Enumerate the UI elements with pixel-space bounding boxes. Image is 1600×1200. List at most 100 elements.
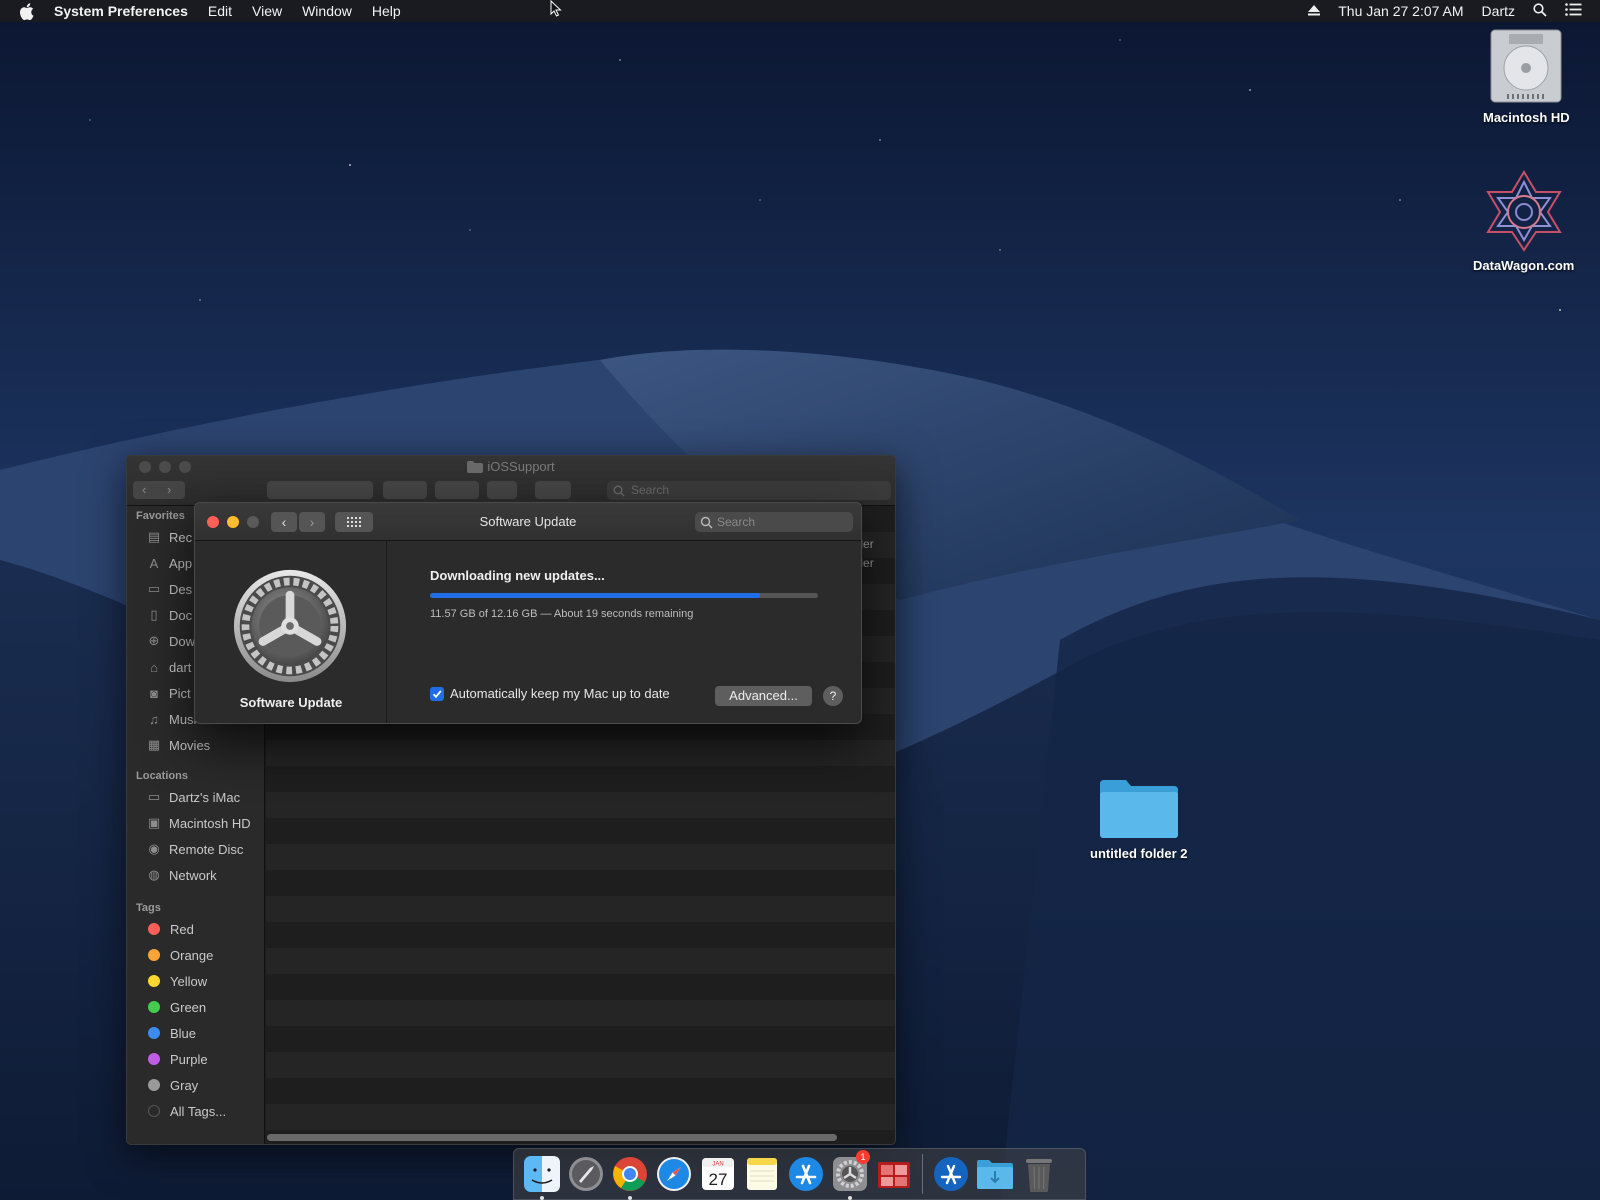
finder-horizontal-scrollbar[interactable]	[267, 1134, 837, 1141]
finder-group-button[interactable]	[383, 481, 427, 499]
menu-app-name[interactable]: System Preferences	[54, 3, 188, 19]
calendar-icon: JAN 27	[702, 1158, 734, 1190]
sidebar-item-music[interactable]: ♫ Music	[127, 708, 203, 730]
back-chevron-icon[interactable]: ‹	[142, 482, 146, 497]
menu-window[interactable]: Window	[302, 3, 352, 19]
svg-text:27: 27	[709, 1170, 728, 1189]
auto-update-checkbox[interactable]	[430, 686, 444, 701]
dock-trash[interactable]	[1019, 1154, 1059, 1194]
apple-menu-icon[interactable]	[19, 2, 37, 20]
sidebar-item-documents[interactable]: ▯ Doc	[127, 604, 192, 626]
applications-icon: A	[149, 555, 159, 571]
pane-icon-area: Software Update	[195, 541, 387, 723]
dock-chrome[interactable]	[610, 1154, 650, 1200]
menu-edit[interactable]: Edit	[208, 3, 232, 19]
forward-chevron-icon[interactable]: ›	[167, 482, 171, 497]
finder-back-forward[interactable]: ‹ ›	[133, 481, 185, 499]
sidebar-item-pictures[interactable]: ◙ Pict	[127, 682, 191, 704]
svg-text:JAN: JAN	[712, 1162, 723, 1168]
advanced-button[interactable]: Advanced...	[715, 686, 812, 706]
sidebar-item-label: Pict	[169, 685, 191, 701]
dock-notes[interactable]	[742, 1154, 782, 1194]
sidebar-item-imac[interactable]: ▭ Dartz's iMac	[127, 786, 240, 808]
dock-system-preferences[interactable]: 1	[830, 1150, 870, 1200]
tag-color-dot	[148, 1027, 160, 1039]
finder-titlebar[interactable]: iOSSupport ‹ › Search	[127, 456, 895, 506]
sidebar-item-label: Network	[169, 867, 217, 883]
help-button[interactable]: ?	[823, 686, 843, 706]
sidebar-tag-orange[interactable]: Orange	[127, 944, 213, 966]
downloads-icon: ⊕	[148, 633, 160, 648]
finder-share-button[interactable]	[487, 481, 517, 499]
finder-search-field[interactable]: Search	[607, 481, 891, 500]
tag-color-dot	[148, 949, 160, 961]
tag-color-dot	[148, 1053, 160, 1065]
notification-center-icon[interactable]	[1565, 3, 1582, 19]
sidebar-all-tags[interactable]: All Tags...	[127, 1100, 226, 1122]
finder-tag-button[interactable]	[535, 481, 571, 499]
finder-view-switcher[interactable]	[267, 481, 373, 499]
dock-app-store[interactable]	[786, 1154, 826, 1194]
remote-disc-icon: ◉	[148, 841, 160, 856]
dock-safari[interactable]	[654, 1154, 694, 1194]
hard-drive-icon	[1490, 29, 1562, 103]
sidebar-item-label: Purple	[170, 1051, 208, 1067]
sidebar-tag-gray[interactable]: Gray	[127, 1074, 198, 1096]
sidebar-tag-purple[interactable]: Purple	[127, 1048, 208, 1070]
dock-launchpad[interactable]	[566, 1154, 606, 1194]
menu-user[interactable]: Dartz	[1482, 3, 1515, 19]
auto-update-option[interactable]: Automatically keep my Mac up to date	[430, 686, 670, 701]
desktop-icon: ▭	[147, 581, 161, 596]
running-indicator	[628, 1196, 632, 1200]
recents-icon: ▤	[147, 529, 161, 544]
app-store-folder-icon	[934, 1157, 968, 1191]
sidebar-tag-red[interactable]: Red	[127, 918, 194, 940]
finder-title-label: iOSSupport	[487, 459, 555, 474]
preferences-search-field[interactable]: Search	[695, 512, 853, 532]
sidebar-item-label: dart	[169, 659, 192, 675]
sidebar-item-movies[interactable]: ▦ Movies	[127, 734, 210, 756]
sidebar-item-label: All Tags...	[170, 1103, 227, 1119]
movies-icon: ▦	[147, 737, 161, 752]
photo-booth-icon	[878, 1162, 910, 1188]
sidebar-item-home[interactable]: ⌂ dart	[127, 656, 191, 678]
dock-app-store-folder[interactable]	[931, 1154, 971, 1194]
menu-clock[interactable]: Thu Jan 27 2:07 AM	[1338, 3, 1463, 19]
dock-calendar[interactable]: JAN 27	[698, 1154, 738, 1194]
all-tags-icon	[148, 1105, 160, 1117]
sidebar-item-recents[interactable]: ▤ Rec	[127, 526, 192, 548]
menu-view[interactable]: View	[252, 3, 282, 19]
spotlight-icon[interactable]	[1533, 2, 1547, 20]
search-icon	[613, 484, 625, 503]
eject-icon[interactable]	[1308, 3, 1321, 19]
dock: JAN 27 1	[513, 1148, 1086, 1200]
sidebar-item-applications[interactable]: A App	[127, 552, 192, 574]
dock-photo-booth[interactable]	[874, 1154, 914, 1194]
sidebar-item-network[interactable]: ◍ Network	[127, 864, 217, 886]
software-update-window[interactable]: ‹ › Software Update Search Software Upda…	[194, 502, 862, 724]
tag-color-dot	[148, 975, 160, 987]
desktop-label: untitled folder 2	[1090, 846, 1188, 861]
sidebar-item-desktop[interactable]: ▭ Des	[127, 578, 192, 600]
pictures-icon: ◙	[150, 685, 158, 701]
safari-icon	[657, 1157, 691, 1191]
desktop-icon-datawagon[interactable]: DataWagon.com	[1473, 168, 1574, 273]
sidebar-tag-green[interactable]: Green	[127, 996, 206, 1018]
sidebar-tag-blue[interactable]: Blue	[127, 1022, 196, 1044]
sidebar-item-downloads[interactable]: ⊕ Dow	[127, 630, 195, 652]
checkmark-icon	[432, 689, 442, 698]
sidebar-tag-yellow[interactable]: Yellow	[127, 970, 207, 992]
sidebar-item-macintosh-hd[interactable]: ▣ Macintosh HD	[127, 812, 251, 834]
sidebar-item-label: Movies	[169, 737, 211, 753]
software-update-titlebar[interactable]: ‹ › Software Update Search	[195, 503, 861, 541]
desktop-icon-untitled-folder-2[interactable]: untitled folder 2	[1090, 776, 1188, 861]
download-progress-fill	[430, 593, 760, 598]
finder-action-gear-button[interactable]	[435, 481, 479, 499]
desktop-icon-macintosh-hd[interactable]: Macintosh HD	[1483, 28, 1570, 125]
menu-help[interactable]: Help	[372, 3, 401, 19]
sidebar-item-remote-disc[interactable]: ◉ Remote Disc	[127, 838, 243, 860]
sidebar-item-label: App	[169, 555, 193, 571]
dock-downloads-folder[interactable]	[975, 1154, 1015, 1194]
dock-finder[interactable]	[522, 1154, 562, 1200]
sidebar-item-label: Blue	[170, 1025, 197, 1041]
